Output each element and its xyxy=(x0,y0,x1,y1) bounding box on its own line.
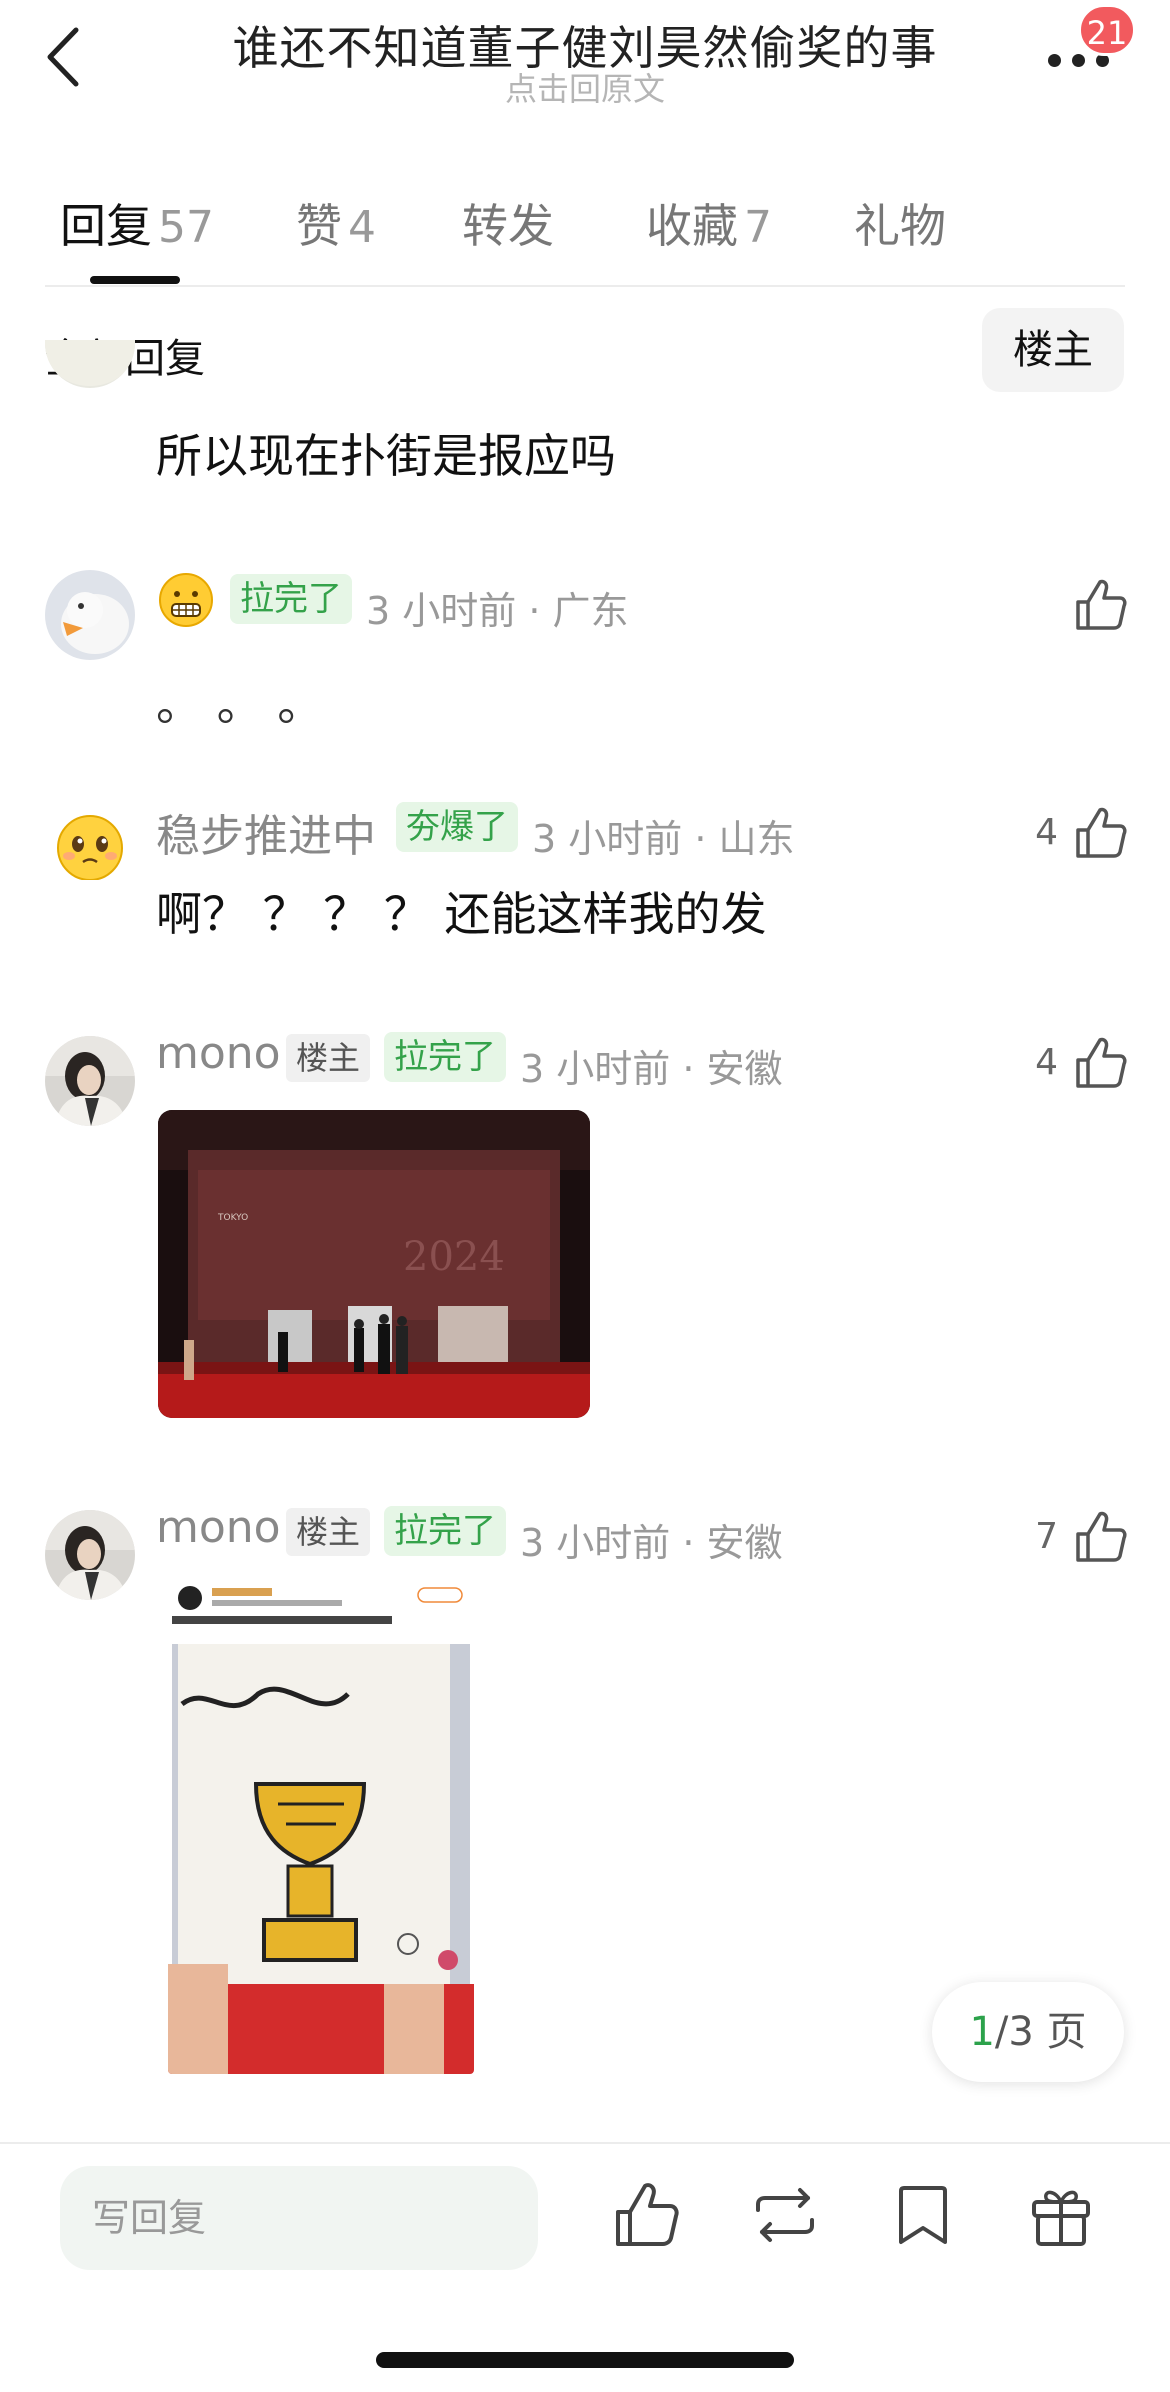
svg-text:TOKYO: TOKYO xyxy=(217,1213,248,1223)
repost-icon[interactable] xyxy=(750,2180,820,2250)
comment-text: 。 。 。 xyxy=(156,677,324,731)
comment-meta: 3 小时前 · 安徽 xyxy=(520,1521,783,1565)
rating-tag: 拉完了 xyxy=(384,1506,506,1556)
username[interactable]: mono xyxy=(156,1028,281,1079)
username[interactable]: 稳步推进中 xyxy=(156,800,376,864)
comment-meta: 3 小时前 · 山东 xyxy=(532,817,795,861)
username[interactable]: mono xyxy=(156,1502,281,1553)
tab-replies[interactable]: 回复 57 xyxy=(60,190,214,256)
rating-tag: 拉完了 xyxy=(384,1032,506,1082)
divider xyxy=(0,2142,1170,2144)
page-indicator[interactable]: 1/3 页 xyxy=(932,1982,1124,2082)
thumbs-up-icon[interactable] xyxy=(1074,1510,1128,1564)
thumbs-up-icon[interactable] xyxy=(1074,806,1128,860)
owner-tag: 楼主 xyxy=(286,1034,371,1082)
owner-only-filter-button[interactable]: 楼主 xyxy=(982,308,1124,392)
avatar[interactable] xyxy=(45,808,135,898)
thumbs-up-icon[interactable] xyxy=(1074,1036,1128,1090)
home-indicator xyxy=(376,2352,794,2368)
rating-tag: 夯爆了 xyxy=(396,802,518,852)
stage-photo[interactable]: TOKYO 2024 xyxy=(158,1110,590,1418)
like-count: 7 xyxy=(1035,1516,1058,1557)
avatar[interactable] xyxy=(45,1036,135,1126)
back-to-original-link[interactable]: 点击回原文 xyxy=(0,64,1170,110)
thumbs-up-icon[interactable] xyxy=(612,2180,682,2250)
like-count: 4 xyxy=(1035,1042,1058,1083)
tab-bar: 回复 57 赞4 转发 收藏 7 礼物 xyxy=(0,180,1170,290)
more-dots-icon xyxy=(1048,54,1061,67)
owner-tag: 楼主 xyxy=(286,1508,371,1556)
bookmark-icon[interactable] xyxy=(888,2180,958,2250)
tab-likes[interactable]: 赞4 xyxy=(296,190,376,256)
svg-text:2024: 2024 xyxy=(403,1234,505,1280)
divider xyxy=(45,285,1125,287)
emoji-icon xyxy=(156,570,216,630)
reply-input[interactable]: 写回复 xyxy=(60,2166,538,2270)
like-count: 4 xyxy=(1035,812,1058,853)
comment-text: 啊？ ？ ？ ？ 还能这样我的发 xyxy=(156,887,767,941)
comment-meta: 3 小时前 · 广东 xyxy=(366,589,629,633)
comment-meta: 3 小时前 · 安徽 xyxy=(520,1047,783,1091)
avatar[interactable] xyxy=(45,1510,135,1600)
tab-reposts[interactable]: 转发 xyxy=(462,190,554,256)
thumbs-up-icon[interactable] xyxy=(1074,578,1128,632)
gift-icon[interactable] xyxy=(1026,2180,1096,2250)
tab-gifts[interactable]: 礼物 xyxy=(854,190,946,256)
active-tab-indicator xyxy=(90,276,180,284)
comment-text: 所以现在扑街是报应吗 xyxy=(156,429,616,483)
avatar[interactable] xyxy=(45,570,135,660)
tab-favorites[interactable]: 收藏 7 xyxy=(646,190,772,256)
screenshot-attachment[interactable] xyxy=(168,1584,474,2074)
notification-badge: 21 xyxy=(1078,4,1136,56)
rating-tag: 拉完了 xyxy=(230,574,352,624)
header: 谁还不知道董子健刘昊然偷奖的事 点击回原文 21 xyxy=(0,0,1170,120)
